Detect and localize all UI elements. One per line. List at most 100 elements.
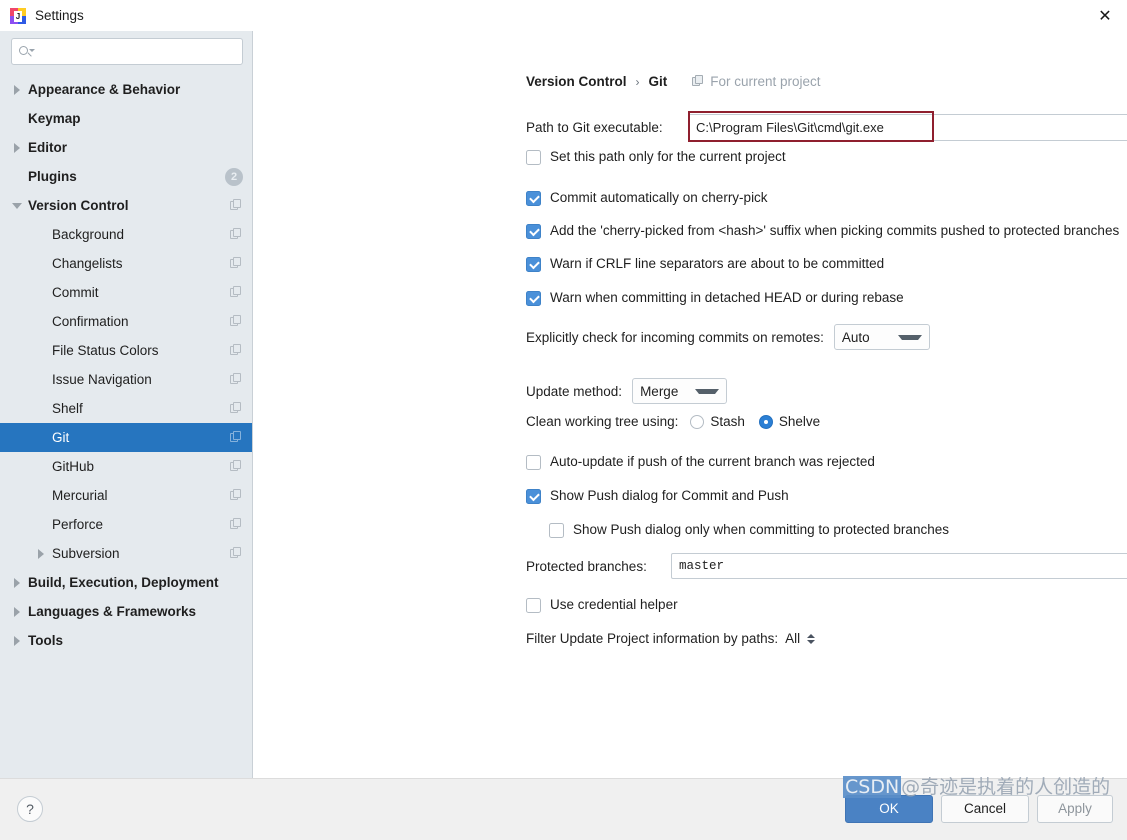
chevron-right-icon[interactable] [12,84,23,95]
git-settings-panel: Version Control › Git For current projec… [253,31,1127,778]
chevron-down-icon[interactable] [12,200,23,211]
project-scope-icon [230,402,243,415]
sidebar-item-label: Keymap [28,111,243,126]
sidebar-item-issue-navigation[interactable]: Issue Navigation [0,365,252,394]
show-push-dialog-protected-checkbox[interactable]: Show Push dialog only when committing to… [549,522,949,538]
chevron-right-icon[interactable] [12,635,23,646]
project-scope-icon [230,286,243,299]
protected-branches-input[interactable]: master [671,553,1127,579]
sidebar-item-file-status-colors[interactable]: File Status Colors [0,336,252,365]
sidebar-item-label: GitHub [52,459,230,474]
chevron-right-icon[interactable] [36,548,47,559]
auto-update-checkbox[interactable]: Auto-update if push of the current branc… [526,454,875,470]
sidebar-item-background[interactable]: Background [0,220,252,249]
tree-spacer [36,316,47,327]
cherry-picked-suffix-label: Add the 'cherry-picked from <hash>' suff… [550,223,1119,239]
tree-spacer [36,490,47,501]
project-scope-icon [230,431,243,444]
update-method-value: Merge [640,384,678,399]
checkbox-indicator[interactable] [526,191,541,206]
sidebar-item-label: Background [52,227,230,242]
checkbox-indicator[interactable] [526,489,541,504]
checkbox-indicator[interactable] [526,257,541,272]
checkbox-indicator[interactable] [526,598,541,613]
sidebar-item-confirmation[interactable]: Confirmation [0,307,252,336]
sidebar-item-label: Plugins [28,169,225,184]
sidebar-item-shelf[interactable]: Shelf [0,394,252,423]
search-input[interactable] [34,44,236,60]
radio-stash[interactable]: Stash [690,414,745,429]
sidebar-item-version-control[interactable]: Version Control [0,191,252,220]
set-path-only-checkbox[interactable]: Set this path only for the current proje… [526,149,786,165]
search-box[interactable] [11,38,243,65]
sidebar-item-tools[interactable]: Tools [0,626,252,655]
sidebar-item-label: Subversion [52,546,230,561]
spinner-arrows-icon[interactable] [807,632,815,646]
filter-paths-value[interactable]: All [785,631,800,646]
sidebar-item-label: Editor [28,140,243,155]
sidebar-item-changelists[interactable]: Changelists [0,249,252,278]
project-scope-icon [692,75,705,88]
sidebar-item-appearance-behavior[interactable]: Appearance & Behavior [0,75,252,104]
chevron-right-icon[interactable] [12,142,23,153]
sidebar-item-label: File Status Colors [52,343,230,358]
sidebar-item-build-execution-deployment[interactable]: Build, Execution, Deployment [0,568,252,597]
sidebar-item-mercurial[interactable]: Mercurial [0,481,252,510]
checkbox-indicator[interactable] [526,150,541,165]
sidebar-item-git[interactable]: Git [0,423,252,452]
update-method-dropdown[interactable]: Merge [632,378,727,404]
use-credential-helper-checkbox[interactable]: Use credential helper [526,597,678,613]
cancel-button[interactable]: Cancel [941,795,1029,823]
radio-indicator[interactable] [759,415,773,429]
warn-detached-head-checkbox[interactable]: Warn when committing in detached HEAD or… [526,290,904,306]
checkbox-indicator[interactable] [526,455,541,470]
chevron-right-icon[interactable] [12,577,23,588]
clean-working-tree-label: Clean working tree using: [526,414,678,429]
help-button[interactable]: ? [17,796,43,822]
for-current-project-text: For current project [710,74,820,89]
sidebar-item-commit[interactable]: Commit [0,278,252,307]
sidebar-item-label: Mercurial [52,488,230,503]
git-executable-input[interactable]: C:\Program Files\Git\cmd\git.exe [688,114,1127,141]
project-scope-icon [230,460,243,473]
project-scope-icon [230,257,243,270]
sidebar-item-languages-frameworks[interactable]: Languages & Frameworks [0,597,252,626]
checkbox-indicator[interactable] [526,291,541,306]
tree-spacer [36,432,47,443]
close-icon[interactable]: ✕ [1083,0,1127,31]
warn-crlf-checkbox[interactable]: Warn if CRLF line separators are about t… [526,256,884,272]
chevron-right-icon[interactable] [12,606,23,617]
checkbox-indicator[interactable] [526,224,541,239]
radio-indicator[interactable] [690,415,704,429]
sidebar-item-editor[interactable]: Editor [0,133,252,162]
sidebar-item-subversion[interactable]: Subversion [0,539,252,568]
radio-shelve[interactable]: Shelve [759,414,820,429]
sidebar-item-perforce[interactable]: Perforce [0,510,252,539]
tree-spacer [36,519,47,530]
sidebar-item-label: Confirmation [52,314,230,329]
sidebar-item-plugins[interactable]: Plugins2 [0,162,252,191]
sidebar-item-badge: 2 [225,168,243,186]
show-push-dialog-checkbox[interactable]: Show Push dialog for Commit and Push [526,488,789,504]
sidebar-item-label: Build, Execution, Deployment [28,575,243,590]
radio-stash-label: Stash [710,414,745,429]
tree-spacer [12,113,23,124]
protected-branches-row: Protected branches: master [526,553,1127,579]
search-container [0,31,252,71]
sidebar-item-github[interactable]: GitHub [0,452,252,481]
commit-automatically-label: Commit automatically on cherry-pick [550,190,768,206]
cherry-picked-suffix-checkbox[interactable]: Add the 'cherry-picked from <hash>' suff… [526,223,1119,239]
ok-button[interactable]: OK [845,795,933,823]
commit-automatically-checkbox[interactable]: Commit automatically on cherry-pick [526,190,768,206]
project-scope-icon [230,199,243,212]
sidebar-item-label: Appearance & Behavior [28,82,243,97]
tree-spacer [36,461,47,472]
incoming-commits-dropdown[interactable]: Auto [834,324,930,350]
checkbox-indicator[interactable] [549,523,564,538]
sidebar-item-label: Shelf [52,401,230,416]
sidebar-item-label: Tools [28,633,243,648]
project-scope-icon [230,315,243,328]
chevron-down-icon [695,389,719,394]
sidebar-item-keymap[interactable]: Keymap [0,104,252,133]
breadcrumb-parent[interactable]: Version Control [526,74,627,89]
